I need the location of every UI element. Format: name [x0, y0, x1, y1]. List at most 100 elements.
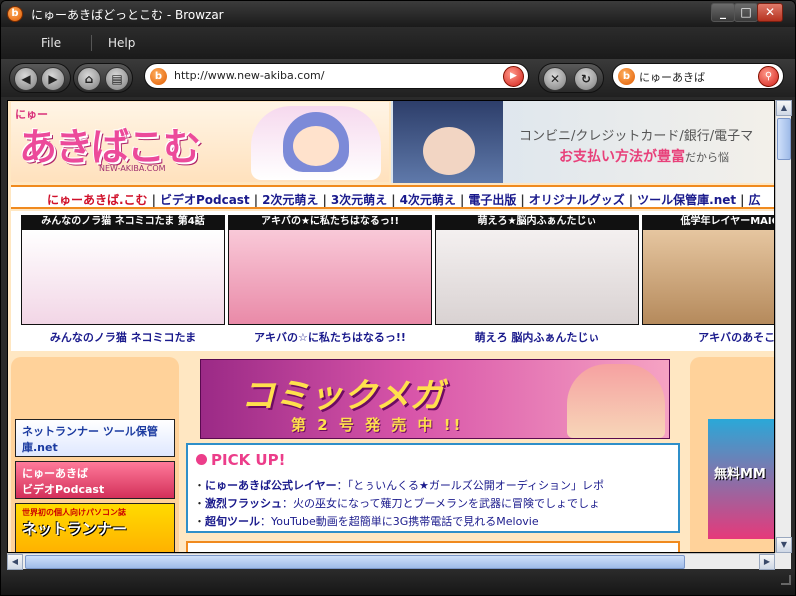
thumbnail-card[interactable]: 低学年レイヤーMAICOのア アキバのあそこ 低: [642, 215, 774, 347]
nav-link-goods[interactable]: オリジナルグッズ: [529, 193, 625, 207]
nav-link-3d[interactable]: 3次元萌え: [331, 193, 387, 207]
nav-link-tools[interactable]: ツール保管庫.net: [637, 193, 736, 207]
thumbnail-image[interactable]: [21, 229, 225, 325]
close-button[interactable]: ✕: [757, 3, 783, 22]
thumbnail-title: アキバの★に私たちはなるっ!!: [228, 215, 432, 229]
thumbnail-image[interactable]: [435, 229, 639, 325]
next-section-box: [186, 541, 680, 552]
thumbnail-card[interactable]: アキバの★に私たちはなるっ!! アキバの☆に私たちはなるっ!!: [228, 215, 432, 347]
search-bar[interactable]: b にゅーあきば ⚲: [612, 63, 784, 89]
magazine-title: コミックメガ: [241, 376, 444, 416]
pickup-item[interactable]: ・激烈フラッシュ：火の巫女になって薙刀とブーメランを武器に冒険でしょでしょ: [194, 495, 600, 511]
video-podcast-line1: にゅーあきば: [22, 467, 88, 480]
forward-arrow-icon[interactable]: ▶: [41, 67, 65, 91]
pickup-item-text[interactable]: ：火の巫女になって薙刀とブーメランを武器に冒険でしょでしょ: [282, 497, 600, 510]
main-column: コミックメガ 第 2 号 発 売 中 !! PICK UP! ・にゅーあきば公式…: [182, 357, 687, 552]
go-icon[interactable]: ▶: [503, 66, 524, 87]
stop-icon[interactable]: ✕: [543, 67, 567, 91]
print-icon[interactable]: ▤: [105, 67, 129, 91]
address-input[interactable]: http://www.new-akiba.com/: [174, 69, 324, 82]
pickup-item-text[interactable]: ：「とぅいんくる★ガールズ公開オーディション」レポ: [337, 479, 604, 492]
bullet-icon: [196, 454, 207, 465]
banner-character-image: [393, 101, 503, 183]
logo-big-text: あきばこむ: [19, 125, 201, 169]
browzar-icon[interactable]: b: [7, 6, 23, 22]
banner-tail: だから悩: [685, 151, 729, 164]
tool-archive-banner[interactable]: ネットランナー ツール保管庫.net: [15, 419, 175, 457]
title-bar[interactable]: b にゅーあきばどっとこむ - Browzar _ □ ✕: [1, 1, 795, 27]
nav-link-more[interactable]: 広: [749, 193, 761, 207]
nav-separator: |: [151, 193, 156, 207]
search-input[interactable]: にゅーあきば: [639, 69, 705, 85]
scroll-left-icon[interactable]: ◀: [7, 554, 23, 570]
horizontal-scroll-thumb[interactable]: [25, 555, 685, 569]
pickup-item-head[interactable]: 激烈フラッシュ: [205, 497, 282, 510]
home-print-group: ⌂ ▤: [73, 63, 133, 93]
menu-separator: [91, 35, 92, 51]
logo-url-text: NEW-AKIBA.COM: [99, 164, 166, 173]
nav-link-video[interactable]: ビデオPodcast: [160, 193, 250, 207]
vertical-scroll-thumb[interactable]: [777, 118, 791, 160]
video-podcast-banner[interactable]: にゅーあきば ビデオPodcast: [15, 461, 175, 499]
site-nav: にゅーあきば.こむ | ビデオPodcast | 2次元萌え | 3次元萌え | 4次元萌え | 電…: [11, 185, 774, 209]
netrunner-title: ネットランナー: [22, 520, 128, 538]
magazine-banner[interactable]: コミックメガ 第 2 号 発 売 中 !!: [200, 359, 670, 439]
thumbnail-caption[interactable]: アキバの☆に私たちはなるっ!!: [228, 329, 432, 345]
ad-banner[interactable]: コンビニ/クレジットカード/銀行/電子マ お支払い方法が豊富だから悩: [391, 101, 774, 183]
back-arrow-icon[interactable]: ◀: [14, 67, 38, 91]
maximize-button[interactable]: □: [734, 3, 758, 22]
search-icon[interactable]: ⚲: [758, 66, 779, 87]
mascot-image: [251, 106, 381, 180]
nav-separator: |: [520, 193, 525, 207]
thumbnail-card[interactable]: みんなのノラ猫 ネコミコたま 第4話 みんなのノラ猫 ネコミコたま: [21, 215, 225, 347]
pickup-item-head[interactable]: にゅーあきば公式レイヤー: [205, 479, 337, 492]
menu-file[interactable]: File: [41, 36, 61, 50]
nav-link-4d[interactable]: 4次元萌え: [400, 193, 456, 207]
netrunner-banner[interactable]: 世界初の個人向けパソコン誌 ネットランナー: [15, 503, 175, 552]
address-bar[interactable]: b http://www.new-akiba.com/ ▶: [144, 63, 529, 89]
nav-link-home[interactable]: にゅーあきば.こむ: [47, 193, 148, 207]
right-ad-banner[interactable]: 無料MM: [708, 419, 774, 539]
netrunner-tagline: 世界初の個人向けパソコン誌: [22, 508, 126, 517]
thumbnail-title: 低学年レイヤーMAICOのア: [642, 215, 774, 229]
nav-link-2d[interactable]: 2次元萌え: [262, 193, 318, 207]
resize-grip-icon[interactable]: [781, 575, 791, 585]
menu-bar: File Help: [1, 27, 795, 59]
thumbnail-caption[interactable]: みんなのノラ猫 ネコミコたま: [21, 329, 225, 345]
magazine-character-image: [567, 364, 665, 438]
nav-link-ebook[interactable]: 電子出版: [468, 193, 516, 207]
scrollbar-corner: [775, 553, 791, 569]
pickup-item[interactable]: ・超旬ツール：YouTube動画を超簡単に3G携帯電話で見れるMelovie: [194, 513, 539, 529]
right-ad-text: 無料MM: [714, 467, 766, 482]
scroll-up-icon[interactable]: ▲: [776, 100, 792, 116]
right-sidebar: 無料MM: [690, 357, 774, 552]
home-icon[interactable]: ⌂: [77, 67, 101, 91]
site-logo[interactable]: にゅー あきばこむ NEW-AKIBA.COM: [11, 102, 389, 182]
thumbnail-card[interactable]: 萌えろ★脳内ふぁんたじぃ 萌えろ 脳内ふぁんたじぃ: [435, 215, 639, 347]
window-title: にゅーあきばどっとこむ - Browzar: [31, 8, 224, 22]
feature-thumbnails: みんなのノラ猫 ネコミコたま 第4話 みんなのノラ猫 ネコミコたま アキバの★に…: [11, 211, 774, 351]
back-forward-group: ◀ ▶: [9, 63, 71, 93]
pickup-item[interactable]: ・にゅーあきば公式レイヤー：「とぅいんくる★ガールズ公開オーディション」レポ: [194, 477, 604, 493]
thumbnail-caption[interactable]: 萌えろ 脳内ふぁんたじぃ: [435, 329, 639, 345]
nav-separator: |: [459, 193, 465, 207]
refresh-icon[interactable]: ↻: [574, 67, 598, 91]
banner-highlight: お支払い方法が豊富: [559, 149, 685, 165]
scroll-down-icon[interactable]: ▼: [776, 537, 792, 553]
menu-help[interactable]: Help: [108, 36, 135, 50]
nav-separator: |: [253, 193, 259, 207]
thumbnail-image[interactable]: [642, 229, 774, 325]
horizontal-scrollbar[interactable]: ◀ ▶: [7, 553, 775, 570]
pickup-item-text[interactable]: ：YouTube動画を超簡単に3G携帯電話で見れるMelovie: [260, 515, 539, 528]
pickup-item-head[interactable]: 超旬ツール: [205, 515, 260, 528]
browser-window: b にゅーあきばどっとこむ - Browzar _ □ ✕ File Help …: [0, 0, 796, 596]
scroll-right-icon[interactable]: ▶: [759, 554, 775, 570]
magazine-subtitle: 第 2 号 発 売 中 !!: [291, 416, 464, 434]
nav-separator: |: [628, 193, 634, 207]
thumbnail-caption[interactable]: アキバのあそこ 低: [642, 329, 774, 345]
thumbnail-title: 萌えろ★脳内ふぁんたじぃ: [435, 215, 639, 229]
thumbnail-image[interactable]: [228, 229, 432, 325]
minimize-button[interactable]: _: [711, 3, 735, 22]
vertical-scrollbar[interactable]: ▲ ▼: [775, 100, 792, 553]
pickup-title-text: PICK UP!: [211, 451, 286, 469]
